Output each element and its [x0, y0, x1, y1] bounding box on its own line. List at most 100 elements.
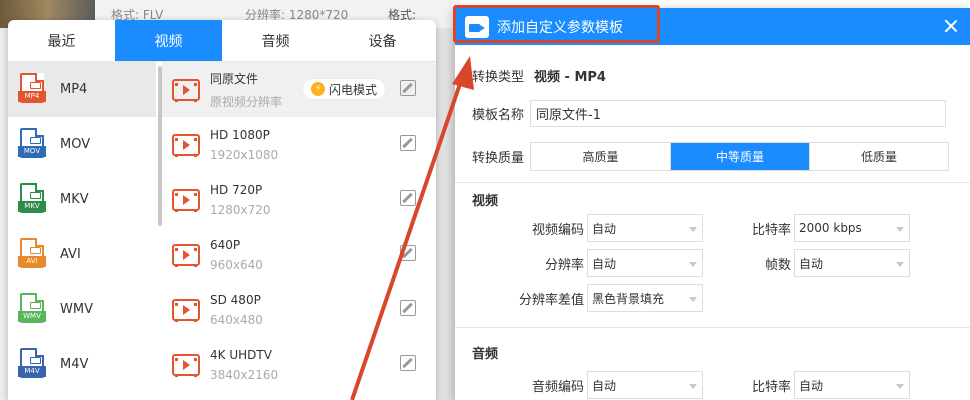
quality-selector: 高质量 中等质量 低质量 [530, 142, 950, 171]
resolution-diff-label: 分辨率差值 [519, 292, 585, 308]
video-bitrate-label: 比特率 [752, 222, 792, 238]
mp4-file-icon: MP4 [18, 72, 46, 107]
format-panel: 最近 视频 音频 设备 MP4 MP4 MOV MOV MKV MKV AVI … [8, 20, 436, 400]
preset-resolution: 960x640 [210, 257, 263, 272]
resolution-select[interactable]: 自动 [587, 249, 704, 277]
m4v-file-icon: M4V [18, 347, 46, 382]
video-file-icon [172, 243, 200, 267]
convert-type-row: 转换类型 视频 - MP4 [472, 66, 606, 85]
chevron-down-icon [689, 262, 698, 267]
audio-bitrate-select[interactable]: 自动 [794, 371, 911, 399]
preset-resolution: 640x480 [210, 312, 263, 327]
video-bitrate-value: 2000 kbps [799, 221, 862, 235]
fps-field: 帧数 自动 [765, 249, 911, 277]
edit-icon[interactable] [400, 355, 416, 371]
preset-resolution: 1280x720 [210, 202, 271, 217]
preset-item[interactable]: HD 720P 1280x720 [162, 172, 436, 227]
preset-item[interactable]: 640P 960x640 [162, 227, 436, 282]
resolution-diff-select[interactable]: 黑色背景填充 [587, 284, 704, 312]
resolution-label: 分辨率 [545, 257, 585, 273]
resolution-diff-field: 分辨率差值 黑色背景填充 [519, 284, 704, 312]
chevron-down-icon [689, 297, 698, 302]
preset-name: 640P [210, 237, 241, 252]
resolution-field: 分辨率 自动 [545, 249, 704, 277]
template-name-input[interactable] [530, 100, 947, 127]
preset-item[interactable]: 同原文件 原视频分辨率 ⚡ 闪电模式 [162, 62, 436, 117]
format-name: MKV [60, 192, 89, 207]
video-file-icon [172, 78, 200, 102]
edit-icon[interactable] [400, 300, 416, 316]
edit-icon[interactable] [400, 80, 416, 96]
tab-device[interactable]: 设备 [329, 20, 436, 61]
edit-icon[interactable] [400, 190, 416, 206]
format-item-mov[interactable]: MOV MOV [8, 117, 156, 172]
flash-mode-label: 闪电模式 [329, 82, 378, 97]
chevron-down-icon [896, 384, 905, 389]
video-file-icon [172, 188, 200, 212]
audio-section-title: 音频 [472, 347, 499, 362]
preset-resolution: 3840x2160 [210, 367, 279, 382]
audio-codec-select[interactable]: 自动 [587, 371, 704, 399]
format-name: MOV [60, 137, 91, 152]
video-codec-field: 视频编码 自动 [532, 214, 704, 242]
preset-name: HD 1080P [210, 127, 270, 142]
flash-mode-badge[interactable]: ⚡ 闪电模式 [302, 78, 387, 100]
tab-video[interactable]: 视频 [115, 20, 222, 61]
video-section-title: 视频 [472, 194, 499, 209]
format-item-m4v[interactable]: M4V M4V [8, 337, 156, 392]
fps-label: 帧数 [765, 257, 792, 273]
audio-bitrate-label: 比特率 [752, 379, 792, 395]
quality-high-button[interactable]: 高质量 [531, 143, 670, 170]
audio-codec-value: 自动 [592, 378, 617, 393]
tab-audio[interactable]: 音频 [222, 20, 329, 61]
format-item-mkv[interactable]: MKV MKV [8, 172, 156, 227]
wmv-file-icon: WMV [18, 292, 46, 327]
divider [455, 182, 970, 183]
divider [455, 327, 970, 328]
quality-low-button[interactable]: 低质量 [809, 143, 948, 170]
template-name-label: 模板名称 [472, 108, 525, 123]
video-bitrate-field: 比特率 2000 kbps [752, 214, 911, 242]
format-list: MP4 MP4 MOV MOV MKV MKV AVI AVI WMV WMV … [8, 62, 156, 400]
quality-label: 转换质量 [472, 151, 525, 166]
format-tabs: 最近 视频 音频 设备 [8, 20, 436, 62]
format-body: MP4 MP4 MOV MOV MKV MKV AVI AVI WMV WMV … [8, 62, 436, 400]
preset-name: SD 480P [210, 292, 261, 307]
preset-name: 4K UHDTV [210, 347, 272, 362]
quality-medium-button[interactable]: 中等质量 [670, 143, 810, 170]
convert-type-label: 转换类型 [472, 70, 525, 85]
convert-type-value: 视频 - MP4 [534, 70, 606, 85]
video-codec-value: 自动 [592, 221, 617, 236]
audio-bitrate-field: 比特率 自动 [752, 371, 911, 399]
video-codec-select[interactable]: 自动 [587, 214, 704, 242]
lightning-icon: ⚡ [311, 82, 325, 96]
fps-select[interactable]: 自动 [794, 249, 911, 277]
resolution-value: 自动 [592, 256, 617, 271]
quality-row: 转换质量 高质量 中等质量 低质量 [472, 142, 950, 171]
preset-item[interactable]: HD 1080P 1920x1080 [162, 117, 436, 172]
preset-list: 同原文件 原视频分辨率 ⚡ 闪电模式 HD 1080P 1920x1080 HD… [162, 62, 436, 400]
preset-item[interactable]: 4K UHDTV 3840x2160 [162, 337, 436, 392]
edit-icon[interactable] [400, 135, 416, 151]
format-item-avi[interactable]: AVI AVI [8, 227, 156, 282]
preset-item[interactable]: SD 480P 640x480 [162, 282, 436, 337]
custom-template-dialog: 添加自定义参数模板 转换类型 视频 - MP4 模板名称 转换质量 高质量 中等… [455, 8, 970, 400]
close-icon[interactable] [942, 17, 960, 35]
format-item-mp4[interactable]: MP4 MP4 [8, 62, 156, 117]
video-bitrate-select[interactable]: 2000 kbps [794, 214, 911, 242]
audio-codec-label: 音频编码 [532, 379, 585, 395]
template-name-row: 模板名称 [472, 100, 947, 127]
video-file-icon [172, 133, 200, 157]
mov-file-icon: MOV [18, 127, 46, 162]
video-codec-label: 视频编码 [532, 222, 585, 238]
edit-icon[interactable] [400, 245, 416, 261]
tab-recent[interactable]: 最近 [8, 20, 115, 61]
video-file-icon [172, 353, 200, 377]
avi-file-icon: AVI [18, 237, 46, 272]
format-item-wmv[interactable]: WMV WMV [8, 282, 156, 337]
preset-name: HD 720P [210, 182, 263, 197]
title-highlight-box [453, 5, 660, 43]
chevron-down-icon [689, 227, 698, 232]
audio-codec-field: 音频编码 自动 [532, 371, 704, 399]
format-name: MP4 [60, 82, 88, 97]
